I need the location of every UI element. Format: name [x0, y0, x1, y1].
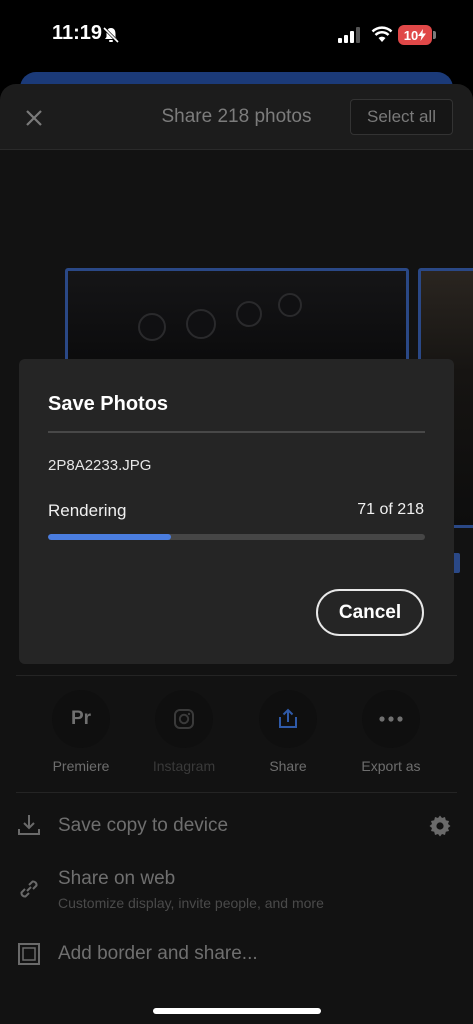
- save-photos-dialog: Save Photos 2P8A2233.JPG Rendering 71 of…: [19, 359, 454, 664]
- current-file-name: 2P8A2233.JPG: [48, 457, 152, 474]
- save-copy-row[interactable]: Save copy to device: [16, 812, 457, 842]
- signal-icon: [338, 27, 360, 43]
- share-action[interactable]: Share: [243, 690, 333, 774]
- home-indicator[interactable]: [153, 1008, 321, 1014]
- battery-icon: 10: [398, 25, 432, 45]
- download-icon: [18, 815, 40, 835]
- action-label: Premiere: [52, 758, 110, 774]
- progress-count: 71 of 218: [357, 501, 424, 518]
- share-on-web-row[interactable]: Share on web Customize display, invite p…: [16, 868, 457, 914]
- gear-icon[interactable]: [428, 814, 452, 838]
- bell-muted-icon: [102, 26, 120, 44]
- divider: [16, 675, 457, 676]
- dialog-title: Save Photos: [48, 393, 169, 415]
- action-label: Share: [269, 758, 307, 774]
- instagram-action[interactable]: Instagram: [139, 690, 229, 774]
- export-as-action[interactable]: Export as: [346, 690, 436, 774]
- add-border-row[interactable]: Add border and share...: [16, 940, 457, 970]
- dialog-divider: [48, 431, 425, 433]
- cancel-button[interactable]: Cancel: [316, 589, 424, 636]
- battery-tip: [433, 31, 436, 39]
- status-bar: 11:19 10: [0, 0, 473, 70]
- border-icon: [18, 943, 40, 965]
- save-copy-label: Save copy to device: [58, 815, 229, 836]
- progress-bar: [48, 534, 425, 540]
- add-border-label: Add border and share...: [58, 943, 258, 964]
- link-icon: [20, 880, 38, 898]
- action-label: Export as: [361, 758, 421, 774]
- premiere-action[interactable]: Pr Premiere: [36, 690, 126, 774]
- progress-fill: [48, 534, 171, 540]
- battery-level: 10: [403, 27, 419, 43]
- charging-bolt-icon: [418, 29, 427, 41]
- share-icon: [259, 690, 317, 748]
- more-icon: [362, 690, 420, 748]
- select-all-button[interactable]: Select all: [350, 99, 453, 135]
- share-on-web-label: Share on web: [58, 868, 176, 889]
- wifi-icon: [371, 26, 393, 42]
- action-label: Instagram: [152, 758, 216, 774]
- instagram-icon: [155, 690, 213, 748]
- divider: [16, 792, 457, 793]
- photo-thumbnail[interactable]: [65, 268, 409, 368]
- premiere-icon: Pr: [52, 690, 110, 748]
- progress-status: Rendering: [48, 501, 127, 520]
- status-time: 11:19: [52, 22, 103, 44]
- share-on-web-subtitle: Customize display, invite people, and mo…: [58, 895, 324, 911]
